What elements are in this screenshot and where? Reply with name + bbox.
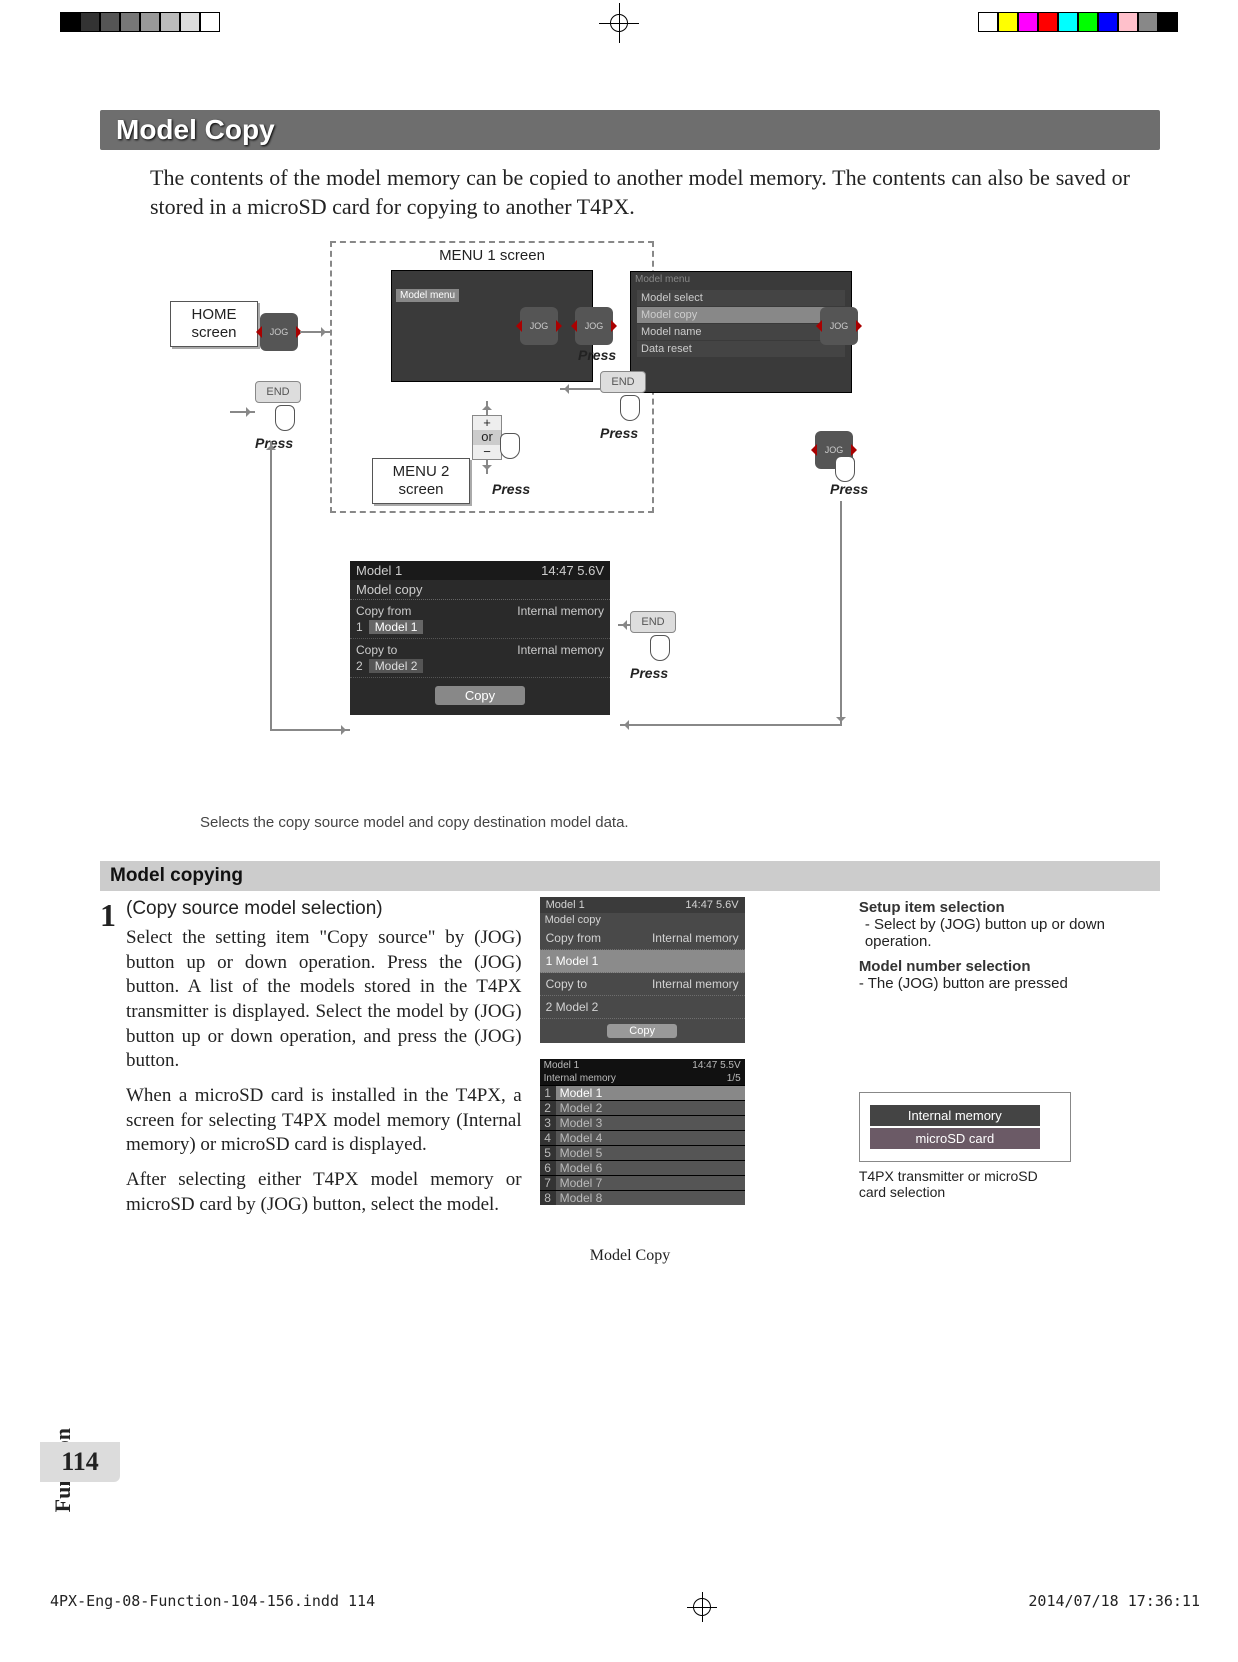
footer-section-title: Model Copy [100, 1247, 1160, 1265]
crosshair-icon [599, 3, 639, 43]
right-hints: Setup item selection - Select by (JOG) b… [859, 897, 1160, 1217]
print-footer: 4PX-Eng-08-Function-104-156.indd 114 201… [50, 1592, 1200, 1622]
intro-paragraph: The contents of the model memory can be … [150, 164, 1130, 221]
jog-icon: JOG [260, 313, 298, 351]
model-list-row: 4Model 4 [540, 1130, 745, 1145]
model-list-screen: Model 114:47 5.5V Internal memory1/5 1Mo… [540, 1059, 745, 1205]
end-button-icon: END [630, 611, 676, 633]
model-list-row: 5Model 5 [540, 1145, 745, 1160]
home-screen-box: HOMEscreen [170, 301, 258, 347]
jog-icon: JOG [575, 307, 613, 345]
menu1-label: MENU 1 screen [332, 247, 652, 264]
model-list-row: 2Model 2 [540, 1100, 745, 1115]
diagram-caption: Selects the copy source model and copy d… [200, 814, 629, 831]
copy-button: Copy [435, 686, 525, 705]
printer-registration-bar [0, 12, 1238, 34]
jog-icon: JOG [520, 307, 558, 345]
jog-icon: JOG [820, 307, 858, 345]
end-press: END Press [630, 611, 676, 681]
model-list-row: 3Model 3 [540, 1115, 745, 1130]
end-press: END Press [255, 381, 301, 451]
step-1-text: 1 (Copy source model selection) Select t… [100, 897, 522, 1217]
model-menu-screen: Model menu Model selectModel copyModel n… [630, 271, 852, 393]
plus-minus-toggle: + or − [472, 415, 502, 460]
menu2-screen-box: MENU 2screen [372, 458, 470, 504]
model-copy-screen: Model 114:47 5.6V Model copy Copy fromIn… [350, 561, 610, 715]
page-number: 114 [40, 1442, 120, 1482]
model-copying-heading: Model copying [100, 861, 1160, 891]
model-menu-item: Data reset [637, 341, 845, 357]
hand-icon [500, 433, 520, 459]
copy-screen-small: Model 114:47 5.6V Model copy Copy fromIn… [540, 897, 745, 1043]
hand-icon [835, 456, 855, 482]
model-list-row: 8Model 8 [540, 1190, 745, 1205]
page-title: Model Copy [100, 110, 1160, 150]
model-list-row: 7Model 7 [540, 1175, 745, 1190]
model-list-row: 1Model 1 [540, 1085, 745, 1100]
end-button-icon: END [600, 371, 646, 393]
model-menu-item: Model select [637, 290, 845, 306]
end-button-icon: END [255, 381, 301, 403]
model-list-row: 6Model 6 [540, 1160, 745, 1175]
end-press: END Press [600, 371, 646, 441]
memory-selection-box: Internal memory microSD card [859, 1092, 1071, 1162]
navigation-diagram: HOMEscreen JOG MENU 1 screen Model menu … [100, 241, 1160, 801]
